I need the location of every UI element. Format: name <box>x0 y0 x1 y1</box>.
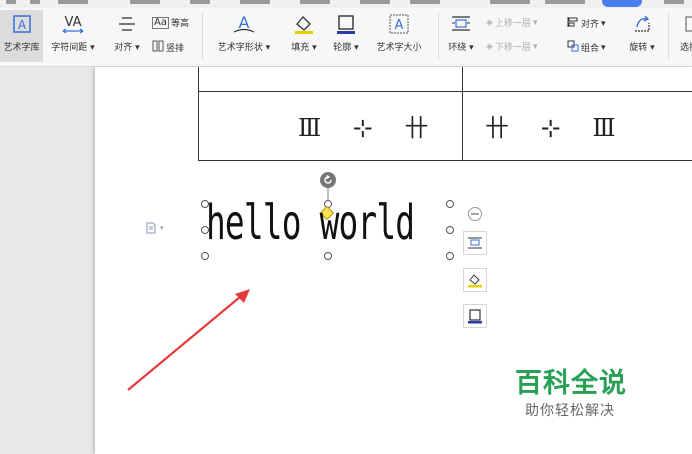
watermark-subtitle: 助你轻松解决 <box>525 403 615 419</box>
watermark-title: 百科全说 <box>515 368 627 399</box>
